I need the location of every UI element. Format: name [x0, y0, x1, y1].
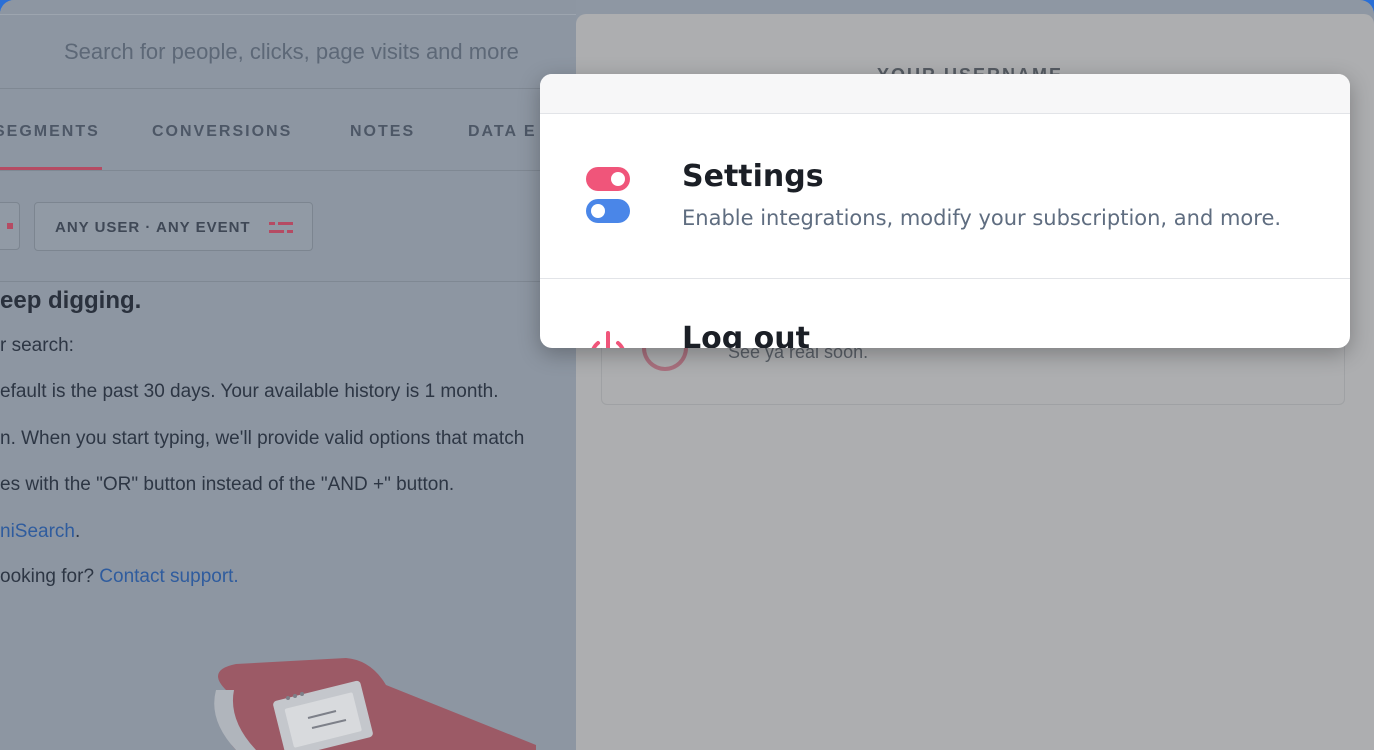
tab-data-export[interactable]: DATA E — [468, 123, 537, 141]
tab-bar: SEGMENTS CONVERSIONS NOTES DATA E — [0, 90, 576, 171]
search-input[interactable]: Search for people, clicks, page visits a… — [64, 39, 519, 65]
power-icon — [591, 331, 625, 348]
help-heading: eep digging. — [0, 287, 142, 314]
filter-chip[interactable]: ANY USER · ANY EVENT — [34, 202, 313, 251]
app-window: Search for people, clicks, page visits a… — [0, 0, 1374, 750]
filter-chip-label: ANY USER · ANY EVENT — [55, 219, 251, 236]
toggle-switches-icon — [586, 167, 630, 223]
contact-support-link[interactable]: Contact support. — [99, 566, 238, 587]
filter-row: ANY USER · ANY EVENT — [0, 171, 576, 282]
help-line: niSearch. — [0, 521, 80, 543]
empty-state-illustration — [214, 658, 536, 750]
filter-sliders-icon — [269, 222, 293, 233]
menu-header — [540, 74, 1350, 114]
tab-notes[interactable]: NOTES — [350, 123, 415, 141]
filter-add-button[interactable] — [0, 202, 20, 250]
active-tab-indicator — [0, 167, 102, 170]
help-line: efault is the past 30 days. Your availab… — [0, 381, 499, 402]
main-content-dimmed: Search for people, clicks, page visits a… — [0, 0, 576, 750]
settings-title: Settings — [682, 159, 824, 194]
tab-segments[interactable]: SEGMENTS — [0, 123, 100, 141]
account-menu-popover: Settings Enable integrations, modify you… — [540, 74, 1350, 348]
help-line: es with the "OR" button instead of the "… — [0, 474, 455, 495]
help-line-suffix: . — [75, 521, 81, 542]
help-line: r search: — [0, 335, 74, 356]
menu-item-settings[interactable]: Settings Enable integrations, modify you… — [540, 114, 1350, 279]
help-line: ooking for? Contact support. — [0, 566, 239, 588]
settings-description: Enable integrations, modify your subscri… — [682, 206, 1282, 230]
tab-conversions[interactable]: CONVERSIONS — [152, 123, 292, 141]
omnisearch-link[interactable]: niSearch — [0, 521, 75, 542]
menu-item-logout[interactable]: Log out — [540, 279, 1350, 348]
search-bar[interactable]: Search for people, clicks, page visits a… — [0, 14, 576, 89]
help-line: n. When you start typing, we'll provide … — [0, 428, 525, 449]
logout-title: Log out — [682, 321, 810, 348]
help-line-prefix: ooking for? — [0, 566, 100, 587]
